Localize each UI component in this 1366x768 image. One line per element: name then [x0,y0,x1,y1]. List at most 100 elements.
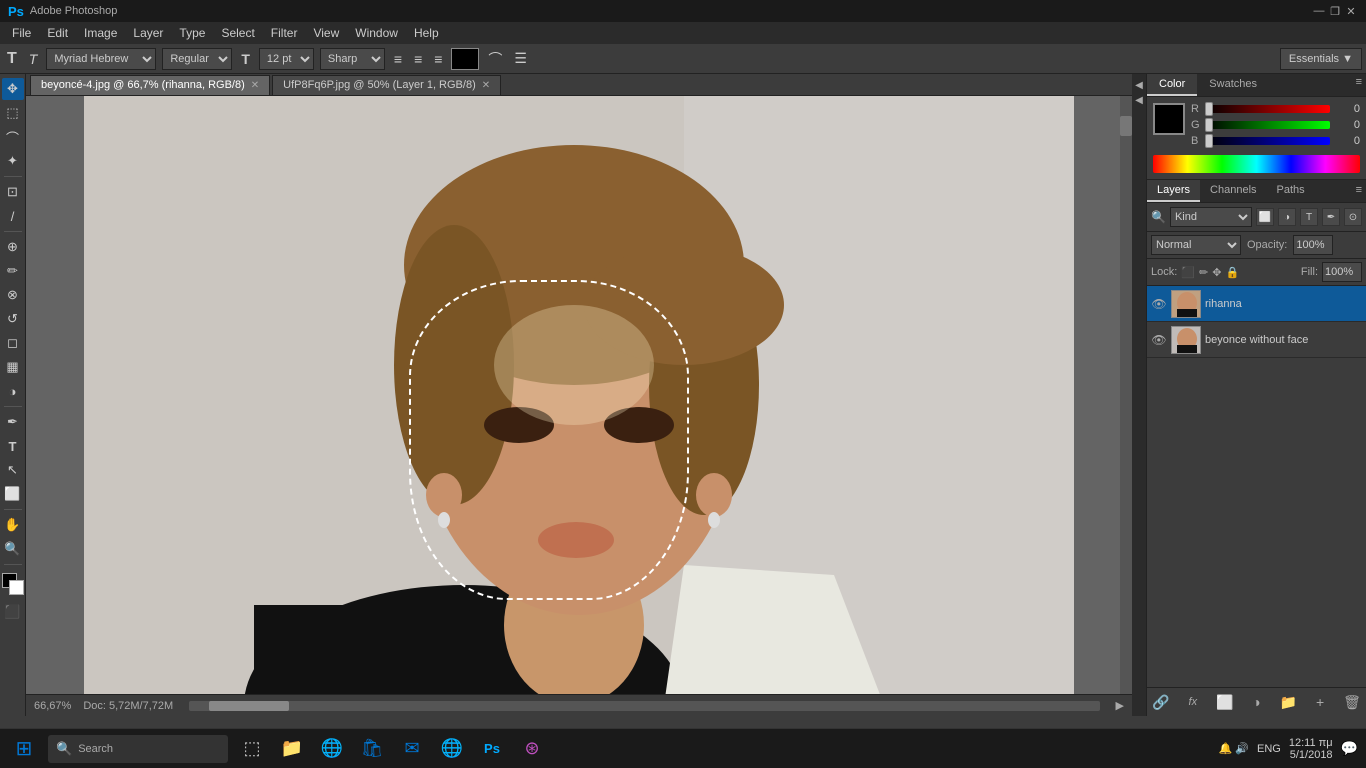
antialiasing-select[interactable]: Sharp [320,48,385,70]
color-panel-options[interactable]: ≡ [1356,76,1362,94]
layers-tab-layers[interactable]: Layers [1147,180,1200,202]
restore-button[interactable]: ❐ [1328,4,1342,18]
type-italic-icon[interactable]: T [26,51,41,67]
collapse-btn-bottom[interactable]: ◀ [1133,93,1145,108]
edge-browser-icon[interactable]: 🌐 [316,733,348,765]
mail-icon[interactable]: ✉ [396,733,428,765]
align-left-icon[interactable]: ≡ [391,51,405,67]
layers-tab-paths[interactable]: Paths [1267,180,1315,202]
blue-thumb[interactable] [1205,134,1213,148]
new-layer-group-btn[interactable]: 📁 [1278,692,1298,712]
path-select-tool[interactable]: ↖ [2,459,24,481]
store-icon[interactable]: 🛍 [356,733,388,765]
filter-type-select[interactable]: Kind [1170,207,1252,227]
menu-window[interactable]: Window [347,24,406,42]
fill-input[interactable] [1322,262,1362,282]
color-preview-box[interactable] [1153,103,1185,135]
background-color[interactable] [9,580,24,595]
crop-tool[interactable]: ⊡ [2,181,24,203]
layer-effects-btn[interactable]: fx [1183,692,1203,712]
lasso-tool[interactable]: ⌒ [2,126,24,148]
filter-smart-icon[interactable]: ⊙ [1344,208,1362,226]
eraser-tool[interactable]: ◻ [2,332,24,354]
zoom-tool[interactable]: 🔍 [2,538,24,560]
tab-ufp8-close[interactable]: ✕ [482,80,490,91]
red-track[interactable] [1205,105,1330,113]
delete-layer-btn[interactable]: 🗑 [1342,692,1362,712]
quick-mask-toggle[interactable]: ⬛ [2,601,24,623]
options-icon[interactable]: ☰ [511,50,530,67]
chrome-icon[interactable]: 🌐 [436,733,468,765]
brush-tool[interactable]: ✏ [2,260,24,282]
warp-text-icon[interactable]: ⌒ [485,49,505,69]
text-color-box[interactable] [451,48,479,70]
color-spectrum[interactable] [1153,155,1360,173]
vertical-scrollbar[interactable] [1120,96,1132,694]
menu-filter[interactable]: Filter [263,24,306,42]
menu-view[interactable]: View [305,24,347,42]
font-family-select[interactable]: Myriad Hebrew [46,48,156,70]
layers-tab-channels[interactable]: Channels [1200,180,1266,202]
collapse-btn-top[interactable]: ◀ [1133,78,1145,93]
file-explorer-icon[interactable]: 📁 [276,733,308,765]
blur-tool[interactable]: ◑ [2,380,24,402]
filter-vector-icon[interactable]: ✒ [1322,208,1340,226]
blend-mode-select[interactable]: Normal [1151,235,1241,255]
shape-tool[interactable]: ⬜ [2,483,24,505]
essentials-button[interactable]: Essentials ▼ [1280,48,1362,70]
clone-stamp-tool[interactable]: ⊗ [2,284,24,306]
hscroll-thumb[interactable] [209,701,289,711]
tab-beyonce-close[interactable]: ✕ [251,80,259,91]
history-brush-tool[interactable]: ↺ [2,308,24,330]
taskbar-search[interactable]: 🔍 Search [48,735,228,763]
tab-ufp8[interactable]: UfP8Fq6P.jpg @ 50% (Layer 1, RGB/8) ✕ [272,75,501,95]
horizontal-scrollbar[interactable] [189,701,1099,711]
filter-pixel-icon[interactable]: ⬜ [1256,208,1274,226]
menu-help[interactable]: Help [406,24,447,42]
vscroll-thumb[interactable] [1120,116,1132,136]
lock-pixels-icon[interactable]: ✏ [1199,266,1208,279]
layer-mask-btn[interactable]: ⬜ [1215,692,1235,712]
color-swatches[interactable] [2,573,24,595]
lock-position-icon[interactable]: ✥ [1212,266,1221,279]
titlebar-controls[interactable]: — ❐ ✕ [1312,4,1358,18]
align-right-icon[interactable]: ≡ [431,51,445,67]
color-tab-swatches[interactable]: Swatches [1197,74,1269,96]
type-tool-icon[interactable]: T [4,50,20,68]
align-center-icon[interactable]: ≡ [411,51,425,67]
magic-wand-tool[interactable]: ✦ [2,150,24,172]
healing-brush-tool[interactable]: ⊕ [2,236,24,258]
pen-tool[interactable]: ✒ [2,411,24,433]
eyedropper-tool[interactable]: / [2,205,24,227]
filter-text-icon[interactable]: T [1300,208,1318,226]
menu-edit[interactable]: Edit [39,24,76,42]
move-tool[interactable]: ✥ [2,78,24,100]
green-thumb[interactable] [1205,118,1213,132]
filter-adjustment-icon[interactable]: ◑ [1278,208,1296,226]
red-thumb[interactable] [1205,102,1213,116]
hand-tool[interactable]: ✋ [2,514,24,536]
photoshop-taskbar-icon[interactable]: Ps [476,733,508,765]
notification-icon[interactable]: 💬 [1341,740,1358,757]
lock-all-icon[interactable]: 🔒 [1225,266,1239,279]
color-tab-color[interactable]: Color [1147,74,1197,96]
layers-panel-options[interactable]: ≡ [1352,180,1366,202]
gradient-tool[interactable]: ▦ [2,356,24,378]
task-view-button[interactable]: ⬚ [236,733,268,765]
close-button[interactable]: ✕ [1344,4,1358,18]
menu-layer[interactable]: Layer [125,24,171,42]
opacity-input[interactable] [1293,235,1333,255]
green-track[interactable] [1205,121,1330,129]
layer-beyonce-visibility[interactable]: 👁 [1151,333,1167,347]
type-tool[interactable]: T [2,435,24,457]
menu-select[interactable]: Select [213,24,262,42]
blue-track[interactable] [1205,137,1330,145]
link-layers-btn[interactable]: 🔗 [1151,692,1171,712]
tab-beyonce[interactable]: beyoncé-4.jpg @ 66,7% (rihanna, RGB/8) ✕ [30,75,270,95]
layer-rihanna-visibility[interactable]: 👁 [1151,297,1167,311]
menu-file[interactable]: File [4,24,39,42]
new-layer-btn[interactable]: + [1310,692,1330,712]
font-size-select[interactable]: 12 pt [259,48,314,70]
layer-rihanna[interactable]: 👁 rihanna [1147,286,1366,322]
another-icon[interactable]: ⊛ [516,733,548,765]
